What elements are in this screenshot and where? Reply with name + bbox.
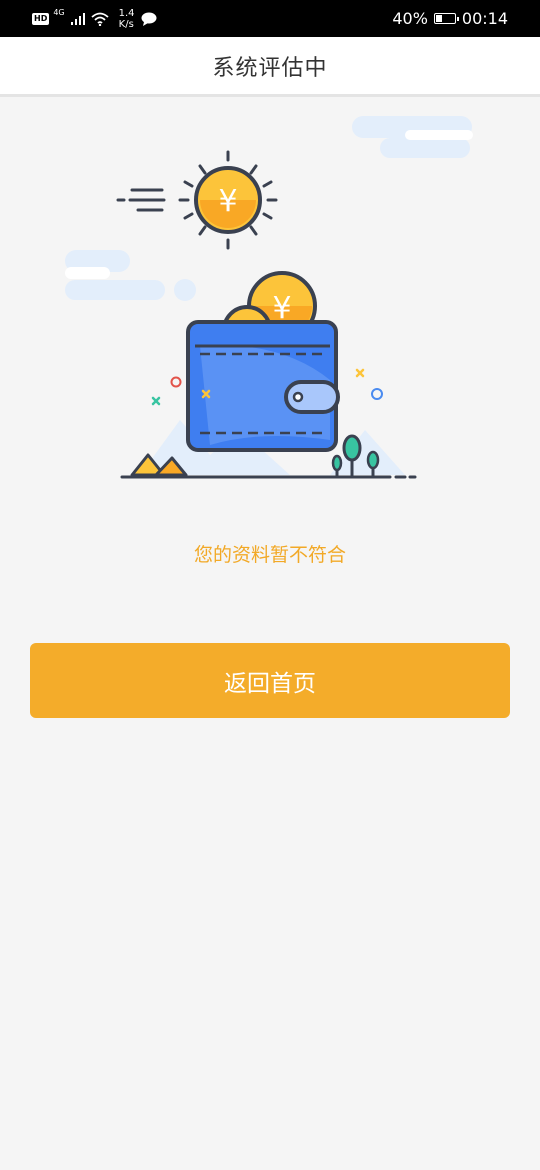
wallet-icon [186,320,340,452]
cloud-right [352,116,473,158]
title-bar: 系统评估中 [0,37,540,97]
network-generation: 4G [53,8,65,17]
hd-badge: HD [32,12,50,25]
chat-bubble-icon [141,12,157,26]
back-to-home-button[interactable]: 返回首页 [30,643,510,718]
network-speed: 1.4 K/s [119,8,135,30]
battery-fill [435,15,443,22]
network-speed-value: 1.4 [118,7,135,19]
speed-lines [116,188,166,212]
sun-coin-symbol: ¥ [218,184,237,219]
wifi-icon [91,12,109,26]
page-title: 系统评估中 [212,55,328,81]
signal-icon [70,12,85,25]
battery-icon [433,13,459,24]
wallet-illustration: ¥ ¥ ¥ [65,116,473,479]
cloud-left [65,250,196,301]
sun-coin-icon: ¥ [178,150,278,250]
network-speed-unit: K/s [118,18,134,30]
status-left-group: HD 4G 1.4 K/s [32,0,157,37]
result-message: 您的资料暂不符合 [193,544,346,566]
status-right-group: 40% 00:14 [392,0,508,37]
clock: 00:14 [461,9,508,28]
battery-percent: 40% [392,9,428,28]
status-bar: HD 4G 1.4 K/s 40% 00:14 [0,0,540,37]
